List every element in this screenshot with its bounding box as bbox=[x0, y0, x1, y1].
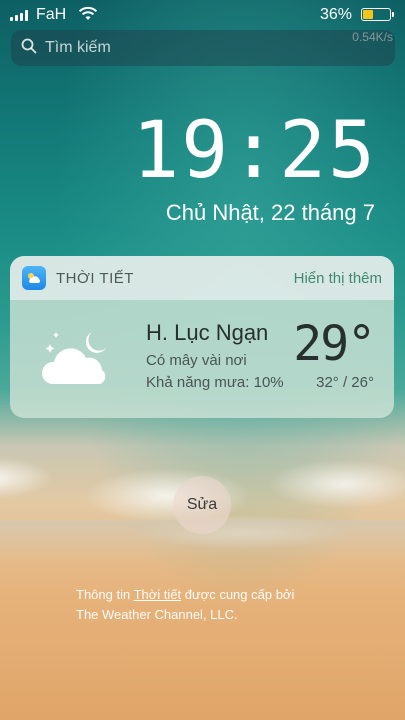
status-bar: FaH 36% bbox=[0, 0, 405, 30]
lock-date: Chủ Nhật, 22 tháng 7 bbox=[165, 200, 375, 225]
battery-icon bbox=[361, 8, 394, 21]
battery-level bbox=[363, 10, 374, 19]
credit-prefix: Thông tin bbox=[76, 587, 134, 602]
search-bar[interactable]: Tìm kiếm bbox=[11, 30, 395, 66]
rain-chance: Khả năng mưa: 10% bbox=[146, 374, 284, 391]
temperature-range: 32° / 26° bbox=[316, 374, 374, 391]
credit-provider: The Weather Channel, LLC. bbox=[76, 607, 238, 622]
partly-cloudy-night-icon bbox=[40, 324, 116, 393]
lock-time: 19:25 bbox=[132, 106, 377, 196]
widget-header: THỜI TIẾT Hiển thị thêm bbox=[10, 256, 394, 300]
current-temperature: 29° bbox=[293, 316, 376, 372]
weather-app-icon bbox=[22, 266, 46, 290]
weather-link[interactable]: Thời tiết bbox=[134, 587, 182, 602]
edit-button[interactable]: Sửa bbox=[173, 476, 231, 534]
weather-credit: Thông tin Thời tiết được cung cấp bởi Th… bbox=[76, 585, 294, 625]
search-icon bbox=[21, 38, 37, 59]
wifi-icon bbox=[78, 6, 98, 27]
widget-title: THỜI TIẾT bbox=[56, 269, 134, 287]
signal-icon bbox=[10, 9, 28, 21]
credit-suffix: được cung cấp bởi bbox=[181, 587, 295, 602]
weather-widget[interactable]: THỜI TIẾT Hiển thị thêm H. Lục Ngạn Có m… bbox=[10, 256, 394, 418]
weather-condition: Có mây vài nơi bbox=[146, 352, 247, 369]
search-placeholder: Tìm kiếm bbox=[45, 39, 111, 56]
battery-percent: 36% bbox=[320, 6, 353, 23]
carrier-name: FaH bbox=[36, 6, 67, 23]
widget-body[interactable]: H. Lục Ngạn Có mây vài nơi Khả năng mưa:… bbox=[10, 300, 394, 418]
city-name: H. Lục Ngạn bbox=[146, 320, 269, 345]
show-more-button[interactable]: Hiển thị thêm bbox=[294, 270, 382, 287]
